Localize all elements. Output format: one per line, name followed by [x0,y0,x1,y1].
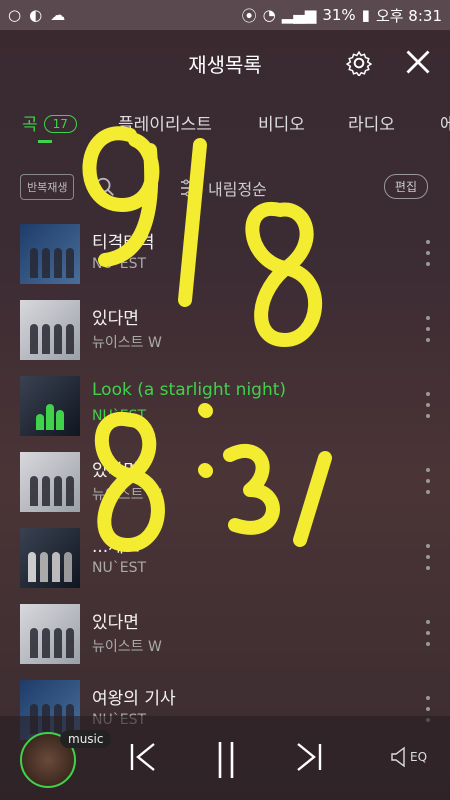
repeat-button[interactable]: 반복재생 [20,174,75,200]
album-art [20,224,80,284]
song-title: ...세요 [92,537,140,557]
more-options-icon[interactable] [424,392,432,418]
eq-label: EQ [410,750,428,764]
speaker-icon [391,746,405,768]
gear-icon[interactable] [346,50,372,76]
list-item-now-playing[interactable]: Look (a starlight night) NU`EST [0,374,450,438]
album-art [20,300,80,360]
tab-label: 곡 [22,115,38,135]
more-options-icon[interactable] [424,544,432,570]
album-art [20,376,80,436]
eq-button[interactable]: EQ [390,746,427,768]
notification-icon: ○ [8,6,22,24]
song-title: 여왕의 기사 [92,689,176,709]
next-icon[interactable] [294,740,324,774]
song-artist: 뉴이스트 W [92,639,162,655]
more-options-icon[interactable] [424,316,432,342]
song-title: 있다면 [92,461,139,481]
signal-icon: ▂▄▆ [281,6,317,24]
more-options-icon[interactable] [424,620,432,646]
list-item[interactable]: ...세요 NU`EST [0,526,450,590]
album-art [20,528,80,588]
page-title: 재생목록 [188,52,262,77]
list-toolbar: 반복재생 내림정순 편집 [0,170,450,206]
list-item[interactable]: 있다면 뉴이스트 W [0,298,450,362]
song-artist: 뉴이스트 W [92,487,162,503]
more-options-icon[interactable] [424,240,432,266]
sort-label: 내림정순 [208,180,267,199]
song-title: 티격태격 [92,233,155,253]
sort-button[interactable]: 내림정순 [180,176,267,200]
status-bar: ○ ◐ ☁ ⦿ ◔ ▂▄▆ 31% ▮ 오후 8:31 [0,0,450,30]
edit-button[interactable]: 편집 [383,174,428,199]
search-icon[interactable] [94,176,116,198]
tab-bar: 곡 17 플레이리스트 비디오 라디오 에 [0,100,450,144]
close-icon[interactable] [404,48,432,76]
list-item[interactable]: 있다면 뉴이스트 W [0,450,450,514]
battery-icon: ▮ [361,6,370,24]
previous-icon[interactable] [128,740,158,774]
header: 재생목록 [0,30,450,96]
more-options-icon[interactable] [424,468,432,494]
tab-radio[interactable]: 라디오 [348,110,395,135]
pause-icon[interactable] [212,740,240,780]
tab-more[interactable]: 에 [440,110,450,135]
mini-player: music EQ [0,716,450,800]
song-artist: 뉴이스트 W [92,335,162,351]
list-item[interactable]: 있다면 뉴이스트 W [0,602,450,666]
location-icon: ⦿ [241,6,257,25]
song-artist: NU`EST [92,408,147,424]
list-item[interactable]: 티격태격 NU`EST [0,222,450,286]
battery-percent: 31% [322,6,356,24]
sort-icon [181,179,199,197]
song-artist: NU`EST [92,256,147,272]
album-art [20,452,80,512]
app-icon: ◐ [29,6,43,24]
song-title: 있다면 [92,309,139,329]
tab-video[interactable]: 비디오 [258,110,305,135]
tab-playlists[interactable]: 플레이리스트 [118,110,212,135]
wifi-icon: ◔ [262,6,276,24]
cloud-icon: ☁ [50,6,66,24]
song-artist: NU`EST [92,560,147,576]
tab-indicator [38,140,52,143]
album-art [20,604,80,664]
clock: 오후 8:31 [375,6,442,25]
count-badge: 17 [43,115,77,133]
music-tag: music [60,730,112,748]
song-title: Look (a starlight night) [92,380,287,400]
tab-songs[interactable]: 곡 17 [22,110,77,135]
song-title: 있다면 [92,613,139,633]
